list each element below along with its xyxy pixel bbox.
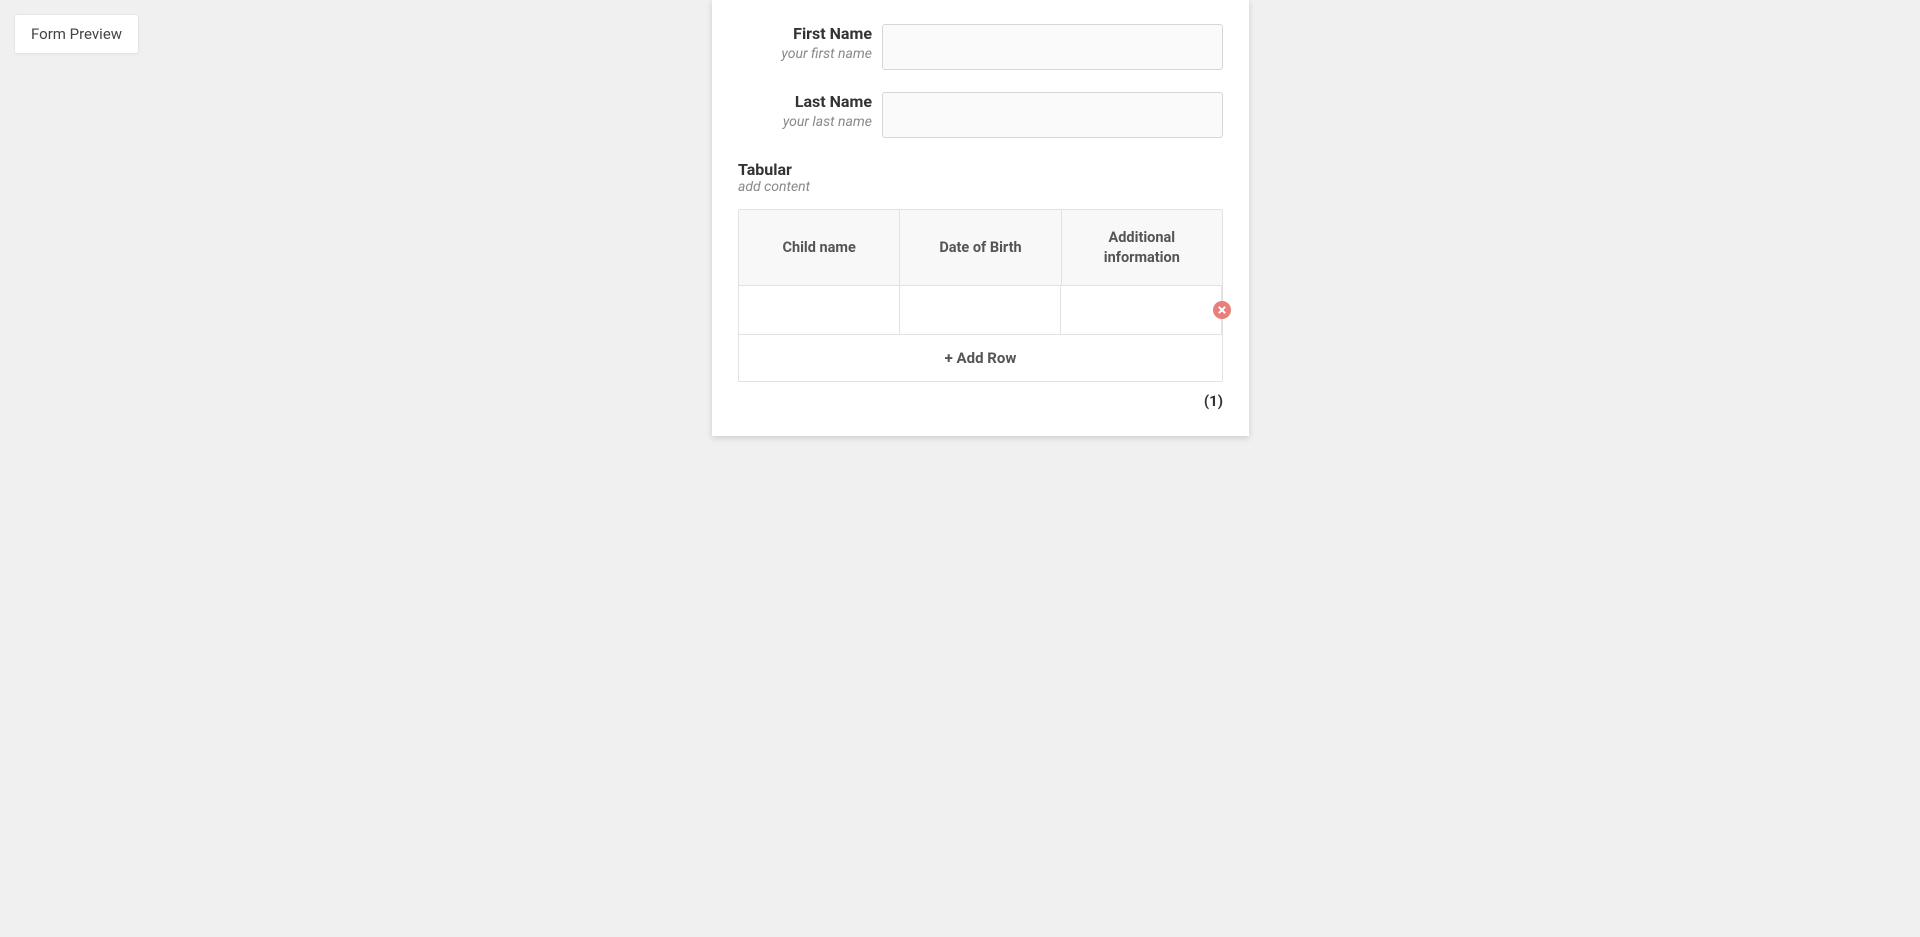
column-header-child-name: Child name [739, 210, 900, 285]
first-name-label-col: First Name your first name [738, 24, 882, 70]
last-name-label: Last Name [738, 92, 872, 113]
first-name-label: First Name [738, 24, 872, 45]
tabular-header: Child name Date of Birth Additional info… [739, 210, 1222, 286]
table-row [739, 286, 1222, 335]
form-preview-tag: Form Preview [14, 14, 139, 54]
tabular-hint: add content [738, 179, 1223, 195]
last-name-label-col: Last Name your last name [738, 92, 882, 138]
tabular-title: Tabular [738, 160, 1223, 179]
add-row-label: + Add Row [945, 349, 1017, 367]
first-name-row: First Name your first name [738, 24, 1223, 70]
column-header-additional-info: Additional information [1062, 210, 1222, 285]
column-header-date-of-birth: Date of Birth [900, 210, 1061, 285]
last-name-row: Last Name your last name [738, 92, 1223, 138]
first-name-hint: your first name [738, 45, 872, 63]
form-preview-label: Form Preview [31, 25, 122, 43]
cell-date-of-birth[interactable] [900, 286, 1061, 334]
last-name-hint: your last name [738, 113, 872, 131]
row-count: (1) [738, 392, 1223, 410]
first-name-input[interactable] [882, 24, 1223, 70]
form-card: First Name your first name Last Name you… [712, 0, 1249, 436]
last-name-input-col [882, 92, 1223, 138]
cell-additional-info[interactable] [1061, 286, 1222, 334]
cell-child-name[interactable] [739, 286, 900, 334]
first-name-input-col [882, 24, 1223, 70]
last-name-input[interactable] [882, 92, 1223, 138]
close-icon [1218, 306, 1226, 314]
tabular-table: Child name Date of Birth Additional info… [738, 209, 1223, 382]
add-row-button[interactable]: + Add Row [739, 335, 1222, 381]
delete-row-button[interactable] [1213, 301, 1231, 319]
